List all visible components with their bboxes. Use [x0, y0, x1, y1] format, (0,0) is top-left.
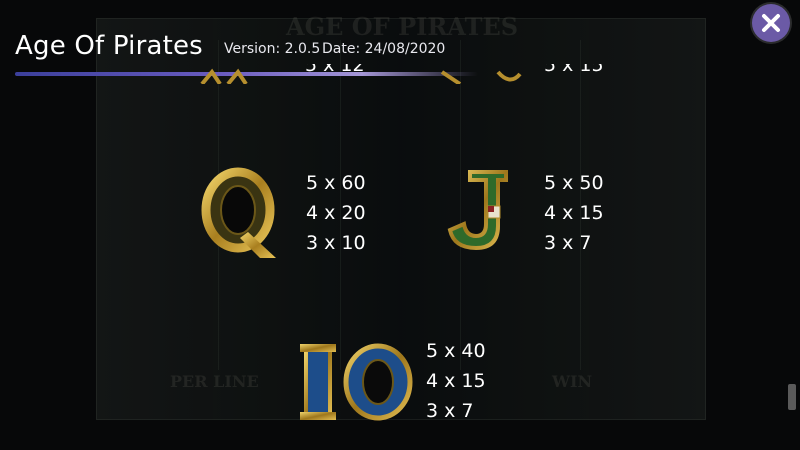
pay-value: 3 x 7 [426, 400, 474, 422]
version-label: Version: 2.0.5 [224, 41, 321, 57]
info-header: Age Of Pirates Version: 2.0.5 Date: 24/0… [0, 0, 800, 80]
pay-value: 5 x 15 [544, 64, 604, 76]
close-icon [762, 14, 780, 32]
close-button[interactable] [752, 4, 790, 42]
j-pay-list: 5 x 50 4 x 15 3 x 7 [544, 168, 604, 258]
j-symbol [444, 168, 510, 257]
pay-value: 4 x 20 [306, 202, 366, 224]
cut-symbol-left [200, 68, 250, 89]
pay-value: 5 x 50 [544, 172, 604, 194]
ten-pay-list: 5 x 40 4 x 15 3 x 7 [426, 336, 486, 426]
pay-value: 4 x 15 [426, 370, 486, 392]
page-title: Age Of Pirates [15, 31, 203, 61]
q-symbol [196, 166, 284, 267]
background-win: WIN [552, 372, 593, 391]
pay-value: 3 x 7 [544, 232, 592, 254]
pay-value: 5 x 60 [306, 172, 366, 194]
pay-value: 3 x 10 [306, 232, 366, 254]
pay-value: 5 x 40 [426, 340, 486, 362]
scrollbar-thumb[interactable] [788, 384, 796, 410]
q-pay-list: 5 x 60 4 x 20 3 x 10 [306, 168, 366, 258]
pay-value: 5 x 12 [305, 64, 365, 76]
ten-symbol [300, 342, 416, 427]
date-label: Date: 24/08/2020 [322, 41, 446, 57]
pay-value: 4 x 15 [544, 202, 604, 224]
background-per-line: PER LINE [170, 372, 259, 391]
cut-symbol-right [438, 68, 522, 89]
